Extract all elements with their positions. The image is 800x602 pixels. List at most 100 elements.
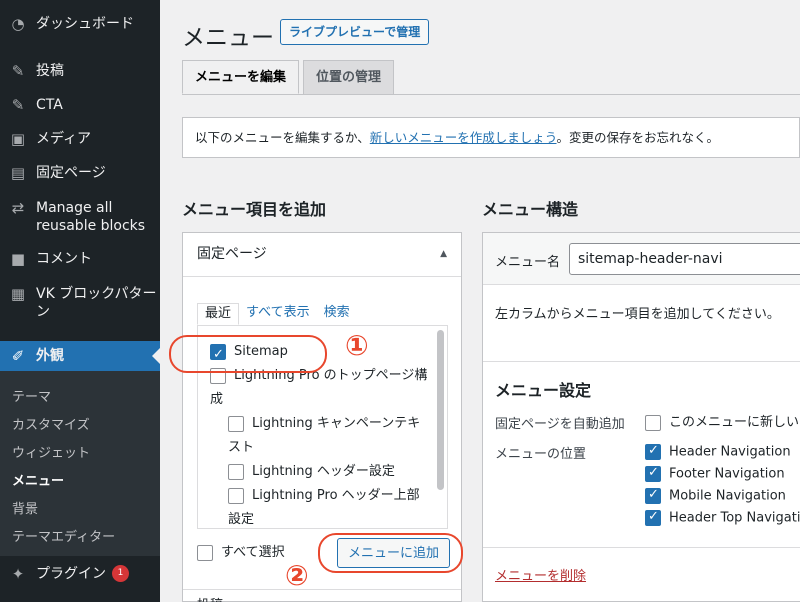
annotation-ring-2 — [318, 533, 463, 573]
pages-accordion-header[interactable]: 固定ページ ▲ — [183, 233, 461, 277]
annotation-number-2: ② — [285, 559, 309, 592]
checkbox[interactable] — [228, 487, 244, 504]
location-option-label: Header Navigation — [669, 444, 791, 460]
delete-menu-link[interactable]: メニューを削除 — [495, 565, 586, 584]
dashboard-icon: ◔ — [11, 15, 25, 33]
location-option-label: Footer Navigation — [669, 466, 785, 482]
submenu-customize[interactable]: カスタマイズ — [12, 414, 90, 433]
sidebar-item-dashboard[interactable]: ◔ ダッシュボード — [0, 15, 160, 33]
location-option-label: Header Top Navigation — [669, 510, 800, 526]
page-label: Lightning Pro のトップページ構成 — [210, 368, 428, 407]
sidebar-item-reusable-blocks[interactable]: ⇄ Manage all reusable blocks — [0, 199, 160, 235]
sidebar-item-label: コメント — [36, 251, 92, 267]
sidebar-item-label: プラグイン — [36, 566, 106, 582]
divider — [483, 547, 800, 548]
checkbox-checked[interactable] — [645, 509, 661, 526]
sidebar-item-label: 外観 — [36, 348, 64, 364]
notice-text: 以下のメニューを編集するか、 — [195, 130, 370, 145]
menu-structure-panel: メニュー名 sitemap-header-navi 左カラムからメニュー項目を追… — [482, 232, 800, 602]
sidebar-item-vk-block-patterns[interactable]: ▦ VK ブロックパターン — [0, 285, 160, 321]
select-all-checkbox[interactable] — [197, 544, 213, 561]
submenu-themes[interactable]: テーマ — [12, 386, 51, 405]
subtab-view-all[interactable]: すべて表示 — [239, 303, 317, 325]
edit-notice: 以下のメニューを編集するか、新しいメニューを作成しましょう。変更の保存をお忘れな… — [182, 117, 800, 158]
sidebar-item-label: 固定ページ — [36, 165, 106, 181]
tab-manage-locations[interactable]: 位置の管理 — [303, 60, 395, 94]
menu-name-label: メニュー名 — [495, 255, 561, 270]
sidebar-item-label: メディア — [36, 131, 92, 147]
plugin-icon: ✦ — [11, 565, 25, 583]
page-title: メニュー — [182, 25, 274, 51]
comment-icon: ■ — [10, 250, 26, 268]
sidebar-item-posts[interactable]: ✎ 投稿 — [0, 62, 160, 80]
submenu-theme-editor[interactable]: テーマエディター — [12, 526, 115, 545]
subtab-search[interactable]: 検索 — [317, 303, 357, 325]
sidebar-item-label: Manage all reusable blocks — [36, 200, 146, 234]
annotation-number-1: ① — [345, 329, 369, 362]
auto-add-option[interactable]: このメニューに新しい — [645, 411, 799, 431]
location-header-navigation[interactable]: Header Navigation — [645, 443, 791, 460]
loop-icon: ⇄ — [11, 199, 25, 217]
list-item[interactable]: Lightning ヘッダー設定 — [228, 460, 395, 484]
sidebar-item-comments[interactable]: ■ コメント — [0, 250, 160, 268]
admin-sidebar: ◔ ダッシュボード ✎ 投稿 ✎ CTA ▣ メディア ▤ 固定ページ ⇄ Ma… — [0, 0, 160, 602]
accordion-title: 投稿 — [197, 594, 223, 602]
location-header-top-navigation[interactable]: Header Top Navigation — [645, 509, 800, 526]
auto-add-label: 固定ページを自動追加 — [495, 417, 625, 432]
select-all[interactable]: すべて選択 — [197, 543, 285, 563]
location-footer-navigation[interactable]: Footer Navigation — [645, 465, 785, 482]
submenu-widgets[interactable]: ウィジェット — [12, 442, 90, 461]
sidebar-item-media[interactable]: ▣ メディア — [0, 130, 160, 148]
submenu-menus[interactable]: メニュー — [12, 470, 64, 489]
list-item[interactable]: Lightning キャンペーンテキスト — [228, 412, 428, 460]
add-items-heading: メニュー項目を追加 — [182, 200, 327, 219]
sidebar-item-cta[interactable]: ✎ CTA — [0, 96, 160, 114]
create-menu-link[interactable]: 新しいメニューを作成しましょう — [370, 130, 557, 145]
page-label: Lightning ヘッダー設定 — [252, 464, 395, 479]
notice-text: 。変更の保存をお忘れなく。 — [556, 130, 720, 145]
checkbox[interactable] — [228, 463, 244, 480]
page-label: Lightning Pro ヘッダー上部設定 — [228, 488, 420, 527]
location-label: メニューの位置 — [495, 447, 587, 462]
select-all-label: すべて選択 — [221, 545, 285, 560]
checkbox-checked[interactable] — [645, 465, 661, 482]
appearance-icon: ✐ — [11, 347, 25, 365]
tab-edit-menus[interactable]: メニューを編集 — [182, 60, 300, 94]
main-content: メニュー ライブプレビューで管理 メニューを編集 位置の管理 以下のメニューを編… — [160, 0, 800, 602]
appearance-submenu: テーマ カスタマイズ ウィジェット メニュー 背景 テーマエディター — [0, 371, 160, 556]
auto-add-option-label: このメニューに新しい — [669, 415, 800, 430]
divider — [483, 361, 800, 362]
sidebar-item-pages[interactable]: ▤ 固定ページ — [0, 164, 160, 182]
update-count-badge: 1 — [112, 565, 129, 582]
menu-settings-title: メニュー設定 — [495, 381, 592, 400]
triangle-up-icon: ▲ — [440, 249, 447, 259]
menu-name-input[interactable]: sitemap-header-navi — [569, 243, 800, 275]
sidebar-item-label: ダッシュボード — [36, 16, 134, 32]
checkbox[interactable] — [228, 415, 244, 432]
checkbox-checked[interactable] — [645, 443, 661, 460]
checklist-scrollbar[interactable] — [437, 330, 444, 490]
empty-menu-hint: 左カラムからメニュー項目を追加してください。 — [495, 307, 780, 322]
menu-structure-heading: メニュー構造 — [482, 200, 579, 219]
auto-add-checkbox[interactable] — [645, 414, 661, 431]
subtab-recent[interactable]: 最近 — [197, 303, 240, 325]
sidebar-item-label: VK ブロックパターン — [36, 286, 157, 320]
submenu-background[interactable]: 背景 — [12, 498, 38, 517]
accordion-title: 固定ページ — [197, 246, 267, 262]
pages-accordion: 固定ページ ▲ 最近 すべて表示 検索 Sitemap Lightning Pr… — [169, 232, 463, 602]
location-mobile-navigation[interactable]: Mobile Navigation — [645, 487, 786, 504]
menu-name-row: メニュー名 sitemap-header-navi — [483, 233, 800, 285]
pin-icon: ✎ — [11, 62, 25, 80]
checkbox-checked[interactable] — [645, 487, 661, 504]
tab-divider — [182, 94, 800, 95]
list-item[interactable]: Lightning Pro ヘッダー上部設定 — [228, 484, 428, 528]
next-accordion[interactable]: 投稿 — [183, 589, 461, 602]
sidebar-item-label: 投稿 — [36, 63, 64, 79]
sidebar-item-plugins[interactable]: ✦ プラグイン 1 — [0, 565, 160, 583]
live-preview-button[interactable]: ライブプレビューで管理 — [280, 19, 430, 45]
blocks-icon: ▦ — [10, 285, 26, 303]
sidebar-item-appearance[interactable]: ✐ 外観 — [0, 341, 160, 371]
nav-tabs: メニューを編集 位置の管理 — [182, 60, 398, 94]
sidebar-item-label: CTA — [36, 97, 63, 113]
page-label: Lightning キャンペーンテキスト — [228, 416, 421, 455]
